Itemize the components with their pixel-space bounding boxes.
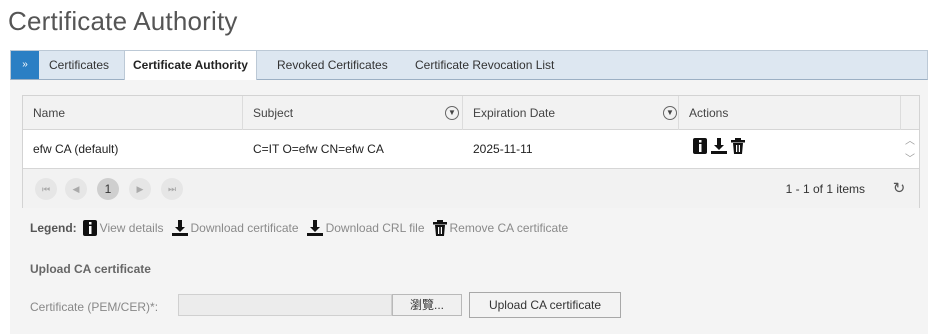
- first-page-button[interactable]: ⏮: [35, 178, 57, 200]
- download-icon[interactable]: [711, 138, 727, 154]
- grid-pager: ⏮ ◀ 1 ▶ ⏭ 1 - 1 of 1 items ↻: [23, 168, 919, 208]
- legend-title: Legend:: [30, 221, 77, 235]
- upload-ca-certificate-button[interactable]: Upload CA certificate: [469, 292, 621, 318]
- legend-label: View details: [99, 221, 164, 235]
- pager-info: 1 - 1 of 1 items: [785, 182, 865, 196]
- next-page-button[interactable]: ▶: [129, 178, 151, 200]
- filter-icon[interactable]: ▼: [663, 106, 677, 120]
- grid-header: Name Subject ▼ Expiration Date ▼ Actions: [23, 96, 919, 130]
- row-actions: [693, 138, 745, 158]
- tab-toggle-button[interactable]: »: [11, 51, 39, 79]
- cell-subject: C=IT O=efw CN=efw CA: [253, 142, 384, 156]
- column-header-expiration-date[interactable]: Expiration Date: [463, 96, 679, 130]
- certificate-field-label: Certificate (PEM/CER)*:: [30, 300, 159, 314]
- column-header-name[interactable]: Name: [23, 96, 243, 130]
- tab-certificate-authority[interactable]: Certificate Authority: [124, 51, 257, 81]
- cell-expiration: 2025-11-11: [473, 142, 533, 156]
- last-page-button[interactable]: ⏭: [161, 178, 183, 200]
- info-icon[interactable]: [693, 138, 707, 154]
- trash-icon: [432, 220, 447, 236]
- ca-grid: Name Subject ▼ Expiration Date ▼ Actions…: [22, 95, 920, 208]
- legend-item: Download certificate: [171, 220, 299, 236]
- browse-button[interactable]: 瀏覽...: [392, 294, 462, 316]
- scroll-down-icon[interactable]: ﹀: [903, 150, 917, 165]
- upload-section-title: Upload CA certificate: [30, 262, 151, 276]
- tab-revoked-certificates[interactable]: Revoked Certificates: [277, 51, 388, 80]
- legend-label: Download certificate: [190, 221, 299, 235]
- prev-page-button[interactable]: ◀: [65, 178, 87, 200]
- column-header-subject[interactable]: Subject: [243, 96, 463, 130]
- legend-label: Remove CA certificate: [449, 221, 569, 235]
- refresh-icon[interactable]: ↻: [891, 181, 907, 197]
- legend-item: Download CRL file: [306, 220, 425, 236]
- page-title: Certificate Authority: [8, 6, 238, 36]
- download-icon: [306, 220, 323, 236]
- filter-icon[interactable]: ▼: [445, 106, 459, 120]
- scroll-up-icon[interactable]: ︿: [903, 132, 917, 147]
- current-page-button[interactable]: 1: [97, 178, 119, 200]
- legend-label: Download CRL file: [325, 221, 425, 235]
- certificate-file-input[interactable]: [178, 294, 392, 316]
- tab-certificates[interactable]: Certificates: [49, 51, 109, 80]
- legend-item: Remove CA certificate: [432, 220, 569, 236]
- legend: Legend: View details Download certificat…: [30, 217, 576, 239]
- trash-icon[interactable]: [731, 138, 745, 154]
- download-icon: [171, 220, 188, 236]
- table-row[interactable]: efw CA (default) C=IT O=efw CN=efw CA 20…: [23, 130, 919, 168]
- legend-item: View details: [82, 220, 164, 236]
- tab-bar: » Certificates Certificate Authority Rev…: [10, 50, 928, 81]
- column-header-actions: Actions: [679, 96, 901, 130]
- cell-name: efw CA (default): [33, 142, 119, 156]
- info-icon: [82, 220, 97, 236]
- tab-certificate-revocation-list[interactable]: Certificate Revocation List: [415, 51, 554, 80]
